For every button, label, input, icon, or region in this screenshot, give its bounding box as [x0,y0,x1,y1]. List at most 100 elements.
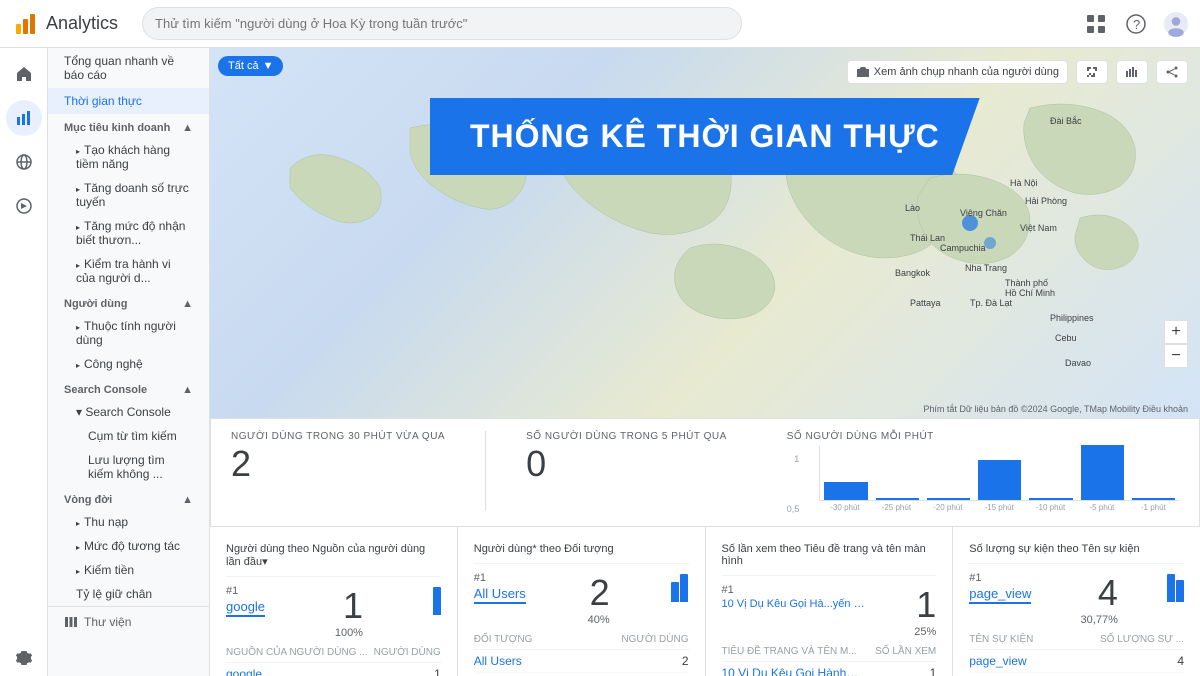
sidebar-item-monetize[interactable]: ▸Kiếm tiền [48,558,209,582]
sidebar-item-create-leads[interactable]: ▸Tạo khách hàng tiềm năng [48,138,209,176]
city-label-vientiane: Viêng Chăn [960,208,1007,218]
city-label-vietnam: Việt Nam [1020,223,1057,233]
tat-ca-button[interactable]: Tất cả ▼ [218,56,283,76]
home-icon[interactable] [6,56,42,92]
explore-icon[interactable] [6,144,42,180]
card-2-rank: #1 [474,572,526,584]
card-3-percent: 25% [914,626,936,638]
zoom-out-button[interactable]: − [1164,344,1188,368]
card-2-row-0: All Users 2 [474,650,689,673]
city-label-cambodia: Campuchia [940,243,986,253]
search-input[interactable] [142,7,742,40]
bar-chart-area [819,446,1179,501]
sidebar-item-user-attributes[interactable]: ▸Thuộc tính người dùng [48,314,209,352]
card-2-value: 2 [588,572,610,614]
card-1-rank: #1 [226,585,265,597]
logo-area: Analytics [12,10,118,38]
overview-label: Tổng quan nhanh về báo cáo [64,54,193,82]
bar-chart: -30 phút -25 phút -20 phút -15 phút -10 … [819,446,1179,514]
chart-icon [1125,65,1139,79]
users-5min-block: SỐ NGƯỜI DÙNG TRONG 5 PHÚT QUA 0 [526,431,727,482]
library-link[interactable]: Thư viện [48,606,209,637]
card-events: Số lượng sự kiện theo Tên sự kiện #1 pag… [953,527,1200,676]
city-label-laos: Lào [905,203,920,213]
users-30min-value: 2 [231,446,445,482]
users-section-header: Người dùng ▲ [48,290,209,314]
chart-with-labels: 1 0,5 -3 [787,446,1179,514]
topbar-actions: ? [1084,12,1188,36]
card-3-main-label: 10 Vị Dụ Kêu Gọi Hà...yến Đổi Cho Websit… [722,598,872,610]
realtime-banner: THỐNG KÊ THỜI GIAN THỰC [430,98,980,175]
bar-7 [1132,498,1175,500]
share-button[interactable] [1156,60,1188,84]
sidebar-item-user-behavior[interactable]: ▸Kiểm tra hành vi của người d... [48,252,209,290]
sidebar-item-realtime[interactable]: Thời gian thực [48,88,209,114]
sidebar-item-search-console[interactable]: ▾ Search Console [48,400,209,424]
sidebar-item-organic-traffic[interactable]: Lưu lượng tìm kiếm không ... [48,448,209,486]
card-3-value: 1 [914,584,936,626]
chart-x-labels: -30 phút -25 phút -20 phút -15 phút -10 … [819,501,1179,514]
advertising-icon[interactable] [6,188,42,224]
card-1-title: Người dùng theo Nguồn của người dùng lần… [226,543,441,577]
card-4-percent: 30,77% [1081,614,1118,626]
sidebar-item-overview[interactable]: Tổng quan nhanh về báo cáo [48,48,209,88]
card-4-row-0: page_view 4 [969,650,1184,673]
sidebar-item-brand-awareness[interactable]: ▸Tăng mức độ nhận biết thươn... [48,214,209,252]
sidebar-item-search-terms[interactable]: Cụm từ tìm kiếm [48,424,209,448]
card-1-main-label: google [226,599,265,617]
card-1-row-0: google 1 [226,663,441,676]
stats-bar: NGƯỜI DÙNG TRONG 30 PHÚT VỪA QUA 2 SỐ NG… [210,418,1200,527]
bar-5 [1029,498,1072,500]
settings-icon[interactable] [6,640,42,676]
sidebar-icon-bar [0,48,48,676]
sidebar-item-engagement[interactable]: ▸Mức độ tương tác [48,534,209,558]
snapshot-button[interactable]: Xem ảnh chụp nhanh của người dùng [847,60,1068,84]
card-4-title: Số lượng sự kiện theo Tên sự kiện [969,543,1184,564]
fullscreen-button[interactable] [1076,60,1108,84]
city-label-bangkok: Bangkok [895,268,930,278]
library-icon [64,615,78,629]
map-section: Đài Bắc Hà Nội Hải Phòng Việt Nam Thành … [210,48,1200,418]
card-2-percent: 40% [588,614,610,626]
app-title: Analytics [46,13,118,34]
help-icon[interactable]: ? [1124,12,1148,36]
map-footer: Phím tắt Dữ liệu bản đồ ©2024 Google, TM… [923,404,1188,414]
bar-4 [978,460,1021,500]
card-user-source: Người dùng theo Nguồn của người dùng lần… [210,527,457,676]
bar-1 [824,482,867,500]
account-icon[interactable] [1164,12,1188,36]
users-5min-label: SỐ NGƯỜI DÙNG TRONG 5 PHÚT QUA [526,431,727,442]
card-4-chart [1167,572,1184,602]
reports-icon[interactable] [6,100,42,136]
card-2-main-label: All Users [474,586,526,604]
city-label-hcmc: Thành phốHồ Chí Minh [1005,278,1055,298]
card-1-col-headers: NGUỒN CỦA NGƯỜI DÙNG ... NGƯỜI DÙNG [226,647,441,663]
sidebar-item-thu-nap[interactable]: ▸Thu nạp [48,510,209,534]
users-5min-value: 0 [526,446,727,482]
svg-text:?: ? [1133,17,1140,32]
card-4-col-headers: TÊN SỰ KIỆN SỐ LƯỢNG SỰ ... [969,634,1184,650]
map-controls: Xem ảnh chụp nhanh của người dùng [847,60,1188,84]
topbar: Analytics ? [0,0,1200,48]
search-bar[interactable] [142,7,742,40]
city-label-hanoi: Hà Nội [1010,178,1038,188]
content-area: Đài Bắc Hà Nội Hải Phòng Việt Nam Thành … [210,48,1200,676]
fullscreen-icon [1085,65,1099,79]
chart-type-button[interactable] [1116,60,1148,84]
card-audience: Người dùng* theo Đối tượng #1 All Users … [458,527,705,676]
sidebar-item-online-sales[interactable]: ▸Tăng doanh số trực tuyến [48,176,209,214]
main-layout: Tổng quan nhanh về báo cáo Thời gian thự… [0,48,1200,676]
card-2-col-headers: ĐỐI TƯỢNG NGƯỜI DÙNG [474,634,689,650]
apps-icon[interactable] [1084,12,1108,36]
analytics-logo-icon [12,10,40,38]
card-3-col-headers: TIÊU ĐỀ TRANG VÀ TÊN M... SỐ LẦN XEM [722,646,937,662]
sidebar-item-technology[interactable]: ▸Công nghệ [48,352,209,376]
share-icon [1165,65,1179,79]
city-label-philippines: Philippines [1050,313,1094,323]
card-2-title: Người dùng* theo Đối tượng [474,543,689,564]
bar-2 [876,498,919,500]
zoom-in-button[interactable]: + [1164,320,1188,344]
sidebar-item-retention[interactable]: Tỷ lệ giữ chân [48,582,209,606]
bar-6 [1081,445,1124,500]
realtime-label: Thời gian thực [64,94,142,108]
